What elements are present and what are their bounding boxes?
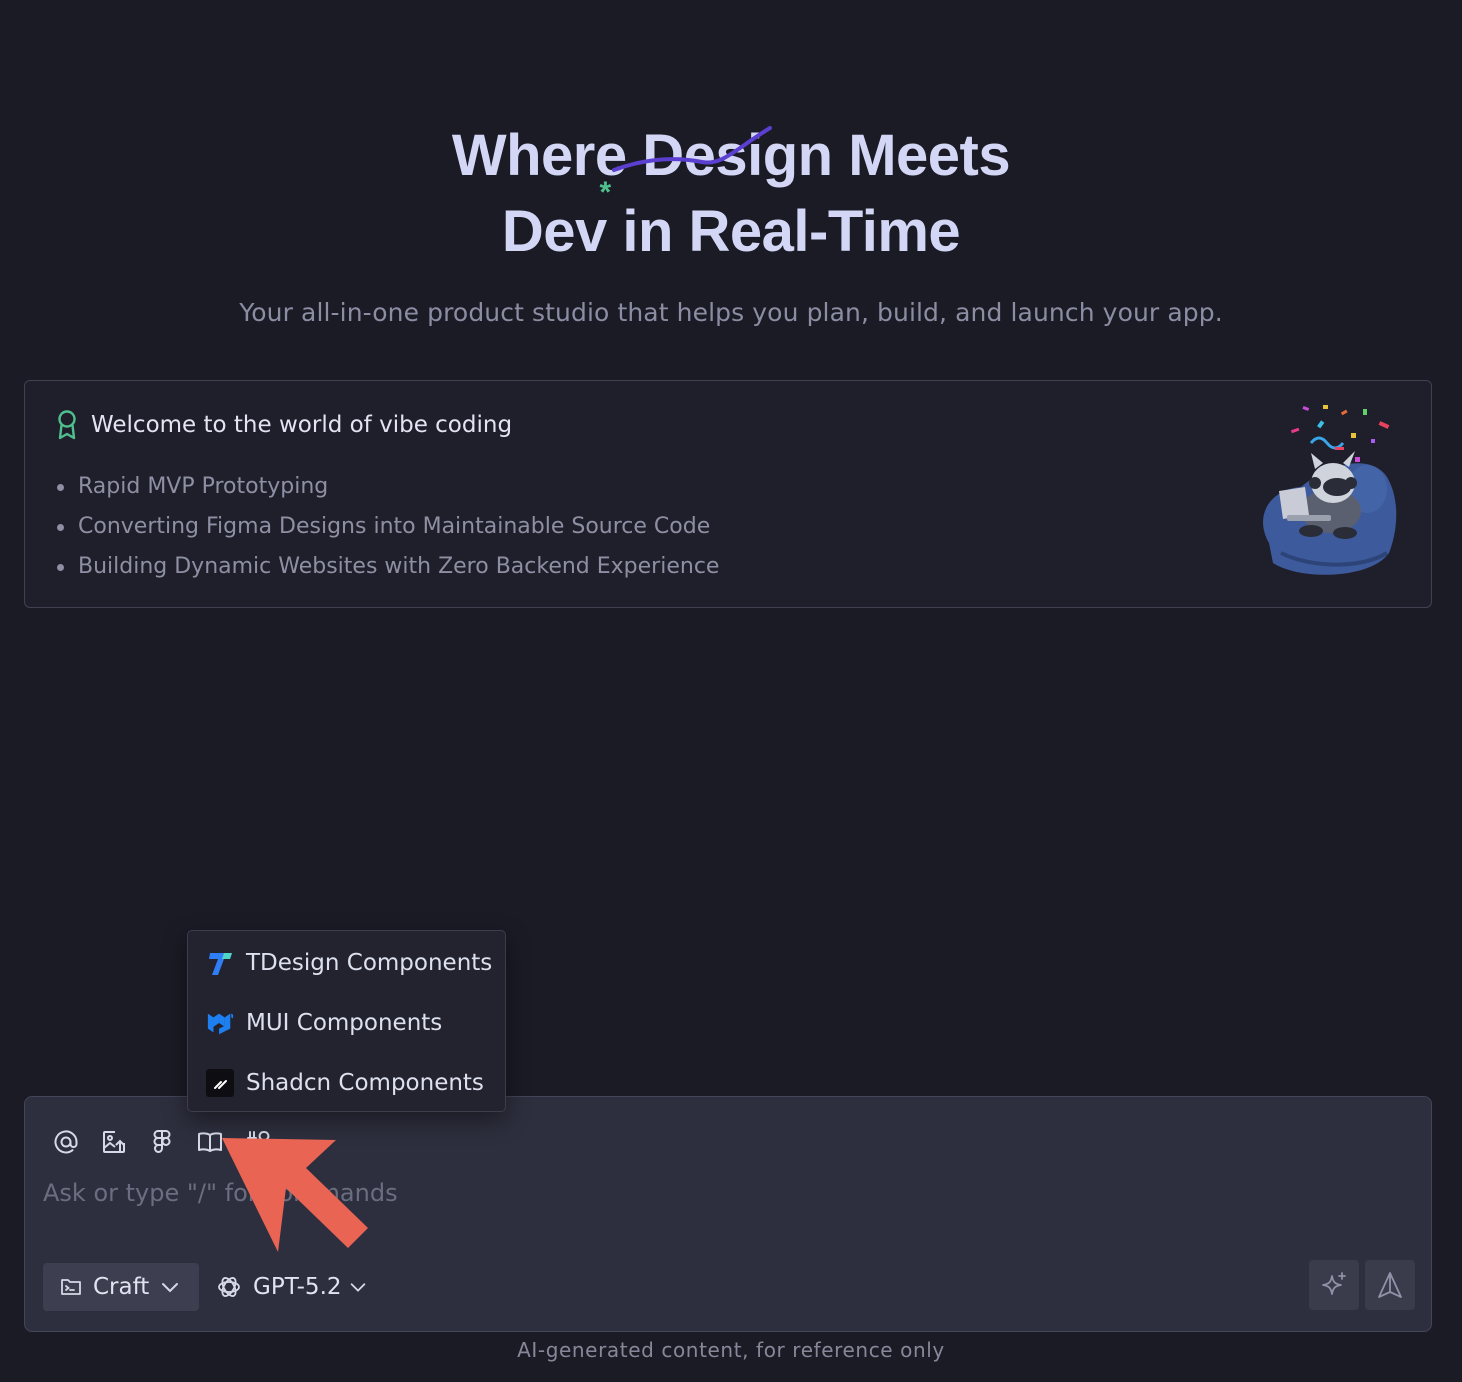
hero-dev-word: Dev * xyxy=(501,178,611,270)
composer-toolbar xyxy=(49,1125,289,1159)
welcome-header: Welcome to the world of vibe coding xyxy=(55,409,512,441)
mention-button[interactable] xyxy=(49,1125,83,1159)
hero-title-text: Meets xyxy=(832,123,1011,188)
feature-text: Rapid MVP Prototyping xyxy=(78,474,329,499)
upload-image-button[interactable] xyxy=(97,1125,131,1159)
feature-list: Rapid MVP Prototyping Converting Figma D… xyxy=(57,467,719,587)
hero-subtitle: Your all-in-one product studio that help… xyxy=(239,298,1223,327)
component-library-menu: TDesign Components MUI Components Shadcn… xyxy=(187,930,506,1112)
hero-title-text: in Real-Time xyxy=(606,199,961,264)
hero-title: Where Design Meets Dev * in Real-Time xyxy=(0,118,1462,270)
enhance-prompt-button[interactable] xyxy=(1309,1260,1359,1310)
hero-title-line-1: Where Design Meets xyxy=(0,118,1462,194)
prompt-input[interactable] xyxy=(43,1175,1403,1211)
page: Where Design Meets Dev * in Real-Time You… xyxy=(0,0,1462,1382)
model-label: GPT-5.2 xyxy=(253,1274,342,1300)
mascot-beanbag-illustration xyxy=(1263,405,1397,575)
feature-text: Building Dynamic Websites with Zero Back… xyxy=(78,554,720,579)
menu-item-tdesign[interactable]: TDesign Components xyxy=(206,945,492,981)
hero-design-word: Design xyxy=(612,118,833,194)
chat-composer: Craft GPT-5.2 xyxy=(24,1096,1432,1332)
at-mention-icon xyxy=(54,1130,78,1154)
mui-logo-icon xyxy=(206,1009,234,1037)
welcome-card: Welcome to the world of vibe coding Rapi… xyxy=(24,380,1432,608)
figma-icon xyxy=(153,1130,171,1153)
tools-button[interactable] xyxy=(241,1125,275,1159)
feature-text: Converting Figma Designs into Maintainab… xyxy=(78,514,711,539)
hero-dev-text: Dev xyxy=(501,199,607,264)
knowledge-base-button[interactable] xyxy=(193,1125,227,1159)
shadcn-logo-icon xyxy=(206,1069,234,1097)
asterisk-decoration: * xyxy=(599,176,612,209)
menu-item-label: TDesign Components xyxy=(246,950,493,976)
model-selector[interactable]: GPT-5.2 xyxy=(215,1263,368,1311)
send-icon xyxy=(1378,1272,1402,1298)
sparkle-icon xyxy=(1322,1272,1346,1295)
menu-item-mui[interactable]: MUI Components xyxy=(206,1005,442,1041)
list-item: Rapid MVP Prototyping xyxy=(57,467,719,507)
welcome-title: Welcome to the world of vibe coding xyxy=(91,412,513,438)
bullet-icon xyxy=(57,523,64,531)
book-icon xyxy=(198,1132,222,1152)
bullet-icon xyxy=(57,563,64,571)
send-button[interactable] xyxy=(1365,1260,1415,1310)
list-item: Converting Figma Designs into Maintainab… xyxy=(57,507,719,547)
menu-item-label: Shadcn Components xyxy=(246,1070,484,1096)
hero-design-text: Design xyxy=(642,123,833,188)
tdesign-logo-icon xyxy=(206,949,234,977)
hero-title-line-2: Dev * in Real-Time xyxy=(0,178,1462,270)
mode-label: Craft xyxy=(93,1274,150,1300)
figma-import-button[interactable] xyxy=(145,1125,179,1159)
ai-disclaimer: AI-generated content, for reference only xyxy=(517,1338,945,1362)
chevron-down-icon xyxy=(350,1283,365,1292)
terminal-folder-icon xyxy=(61,1279,81,1295)
openai-logo-icon xyxy=(218,1277,240,1297)
hero-title-text: Where xyxy=(451,123,643,188)
award-ribbon-icon xyxy=(58,410,76,440)
tools-icon xyxy=(247,1131,270,1154)
menu-item-shadcn[interactable]: Shadcn Components xyxy=(206,1065,484,1101)
menu-item-label: MUI Components xyxy=(246,1010,443,1036)
mode-selector[interactable]: Craft xyxy=(43,1263,199,1311)
list-item: Building Dynamic Websites with Zero Back… xyxy=(57,547,719,587)
bullet-icon xyxy=(57,483,64,491)
chevron-down-icon xyxy=(162,1283,179,1293)
image-upload-icon xyxy=(103,1131,125,1153)
